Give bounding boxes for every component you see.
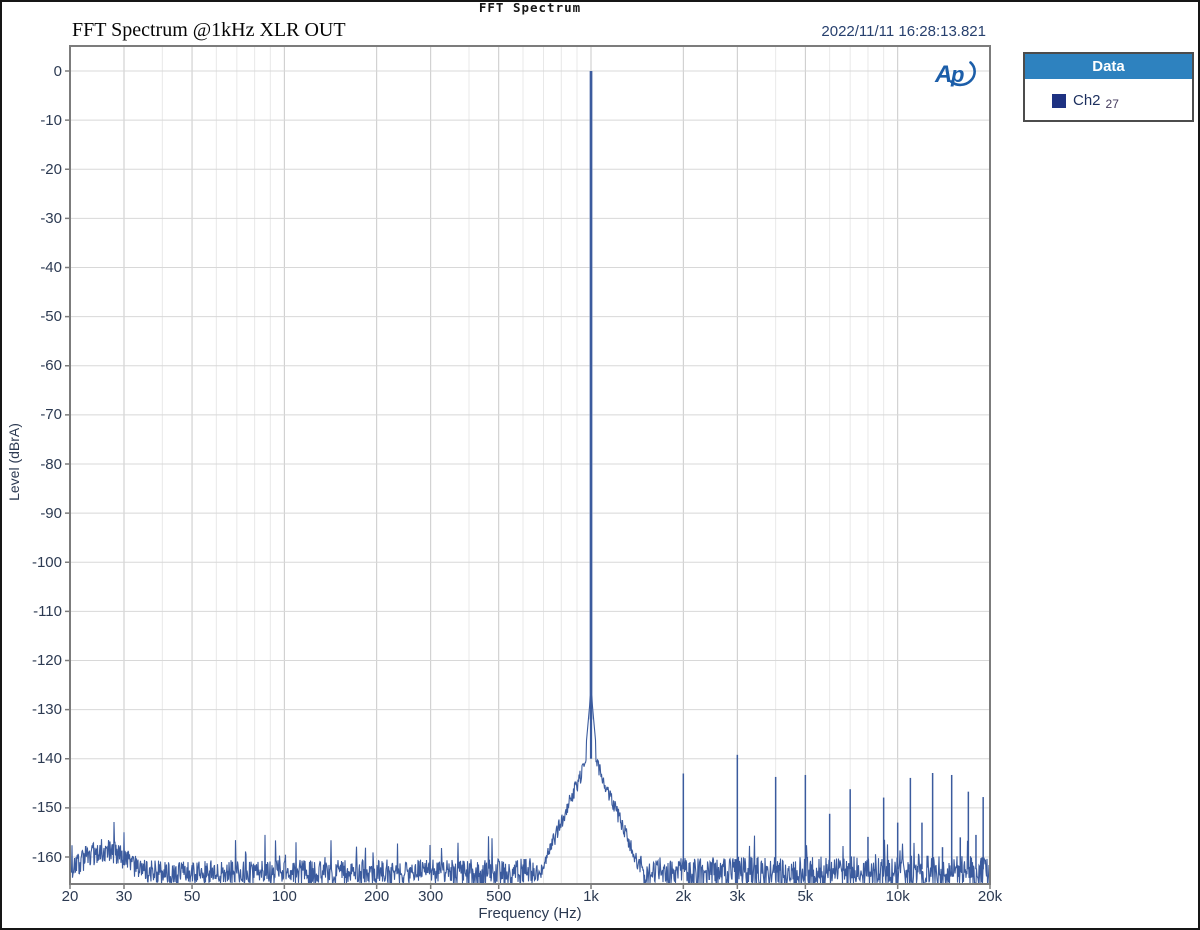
legend-header: Data <box>1025 54 1192 79</box>
y-tick--50: -50 <box>12 307 62 326</box>
x-tick-3k: 3k <box>705 888 769 906</box>
x-tick-20k: 20k <box>958 888 1022 906</box>
y-tick--20: -20 <box>12 160 62 179</box>
y-tick--70: -70 <box>12 405 62 424</box>
y-tick--90: -90 <box>12 504 62 523</box>
y-tick--120: -120 <box>12 651 62 670</box>
fft-spectrum-plot <box>0 0 1200 930</box>
audio-precision-logo-icon: A p <box>934 55 980 93</box>
y-tick--110: -110 <box>12 602 62 621</box>
y-tick--40: -40 <box>12 258 62 277</box>
x-tick-5k: 5k <box>773 888 837 906</box>
y-tick--150: -150 <box>12 798 62 817</box>
y-tick--30: -30 <box>12 209 62 228</box>
legend-panel: Data Ch2 27 <box>1023 52 1194 122</box>
x-tick-1k: 1k <box>559 888 623 906</box>
y-tick--160: -160 <box>12 848 62 867</box>
y-axis-title: Level (dBrA) <box>6 423 22 501</box>
x-tick-300: 300 <box>399 888 463 906</box>
x-tick-10k: 10k <box>866 888 930 906</box>
series-label: Ch2 <box>1073 92 1101 109</box>
x-tick-100: 100 <box>252 888 316 906</box>
series-color-swatch <box>1052 94 1066 108</box>
fft-report-window: FFT Spectrum FFT Spectrum @1kHz XLR OUT … <box>0 0 1200 930</box>
svg-text:p: p <box>950 62 964 87</box>
y-tick-0: 0 <box>12 62 62 81</box>
y-tick--130: -130 <box>12 700 62 719</box>
y-tick--10: -10 <box>12 111 62 130</box>
y-tick--140: -140 <box>12 749 62 768</box>
series-index: 27 <box>1106 97 1119 111</box>
y-tick--60: -60 <box>12 356 62 375</box>
x-axis-title: Frequency (Hz) <box>0 905 1060 922</box>
x-tick-30: 30 <box>92 888 156 906</box>
svg-text:A: A <box>934 61 952 88</box>
x-tick-50: 50 <box>160 888 224 906</box>
y-tick--100: -100 <box>12 553 62 572</box>
x-tick-500: 500 <box>467 888 531 906</box>
legend-row-ch2[interactable]: Ch2 27 <box>1025 79 1192 122</box>
